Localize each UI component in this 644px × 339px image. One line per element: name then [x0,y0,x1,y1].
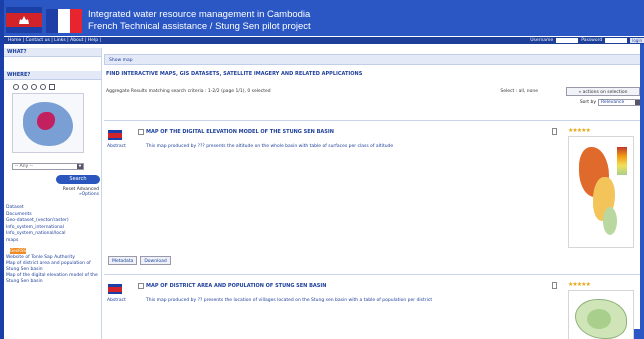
search-sidebar: WHAT? WHERE? -- Any -- ▼ Search Reset Ad… [4,48,102,339]
result-title[interactable]: MAP OF THE DIGITAL ELEVATION MODEL OF TH… [146,129,334,135]
abstract-text: This map produced by ?? presents the loc… [146,298,433,303]
sort-select-value: Relevance [601,100,625,105]
site-subtitle: French Technical assistance / Stung Sen … [88,21,311,32]
password-label: Password [581,38,603,43]
download-button[interactable]: Download [140,256,171,265]
region-select-value: -- Any -- [15,164,33,169]
sort-label: Sort by [579,100,596,105]
username-label: Username [530,38,554,43]
rss-badge[interactable]: GeoRSS [10,248,26,254]
result-title[interactable]: MAP OF DISTRICT AREA AND POPULATION OF S… [146,283,326,289]
result-item: MAP OF DISTRICT AREA AND POPULATION OF S… [104,280,644,339]
what-heading: WHAT? [4,48,101,57]
options-link[interactable]: »Options [4,192,101,197]
rss-item[interactable]: Map of district area and population of S… [6,261,101,273]
category-item[interactable]: maps [6,238,101,245]
nav-links[interactable]: Home | Contact us | Links | About | Help… [8,38,101,43]
abstract-text: This map produced by ??? presents the al… [146,144,394,149]
cambodia-flag-icon [108,284,122,294]
actions-on-selection-button[interactable]: » actions on selection [566,87,640,96]
divider [104,120,644,121]
select-all-none[interactable]: Select : all, none [500,87,538,96]
document-icon[interactable] [552,128,557,135]
cambodia-flag-icon [6,7,42,33]
scroll-corner[interactable] [634,329,644,339]
metadata-button[interactable]: Metadata [108,256,138,265]
password-input[interactable] [605,38,628,43]
map-toolbar [4,80,101,92]
rss-list: Website of Tonle Sap Authority Map of di… [4,255,101,285]
login-button[interactable]: login [630,38,644,43]
map-thumbnail[interactable] [568,290,634,339]
site-header: Integrated water resource management in … [4,0,644,36]
show-map-bar[interactable]: Show map [104,54,644,65]
sort-row: Sort by Relevance [104,98,644,107]
result-item: MAP OF THE DIGITAL ELEVATION MODEL OF TH… [104,126,644,266]
rating-stars: ★★★★★ [568,281,591,288]
username-input[interactable] [556,38,579,43]
france-flag-icon [46,9,82,33]
hand-icon[interactable] [40,84,46,90]
abstract-label: Abstract [107,144,126,149]
search-button[interactable]: Search [56,175,100,184]
login-form: Username Password login [530,37,644,44]
zoom-out-icon[interactable] [31,84,37,90]
region-select[interactable]: -- Any -- ▼ [12,163,84,170]
select-box-icon[interactable] [49,84,55,90]
document-icon[interactable] [552,282,557,289]
site-title: Integrated water resource management in … [88,9,311,20]
chevron-down-icon: ▼ [77,164,83,169]
pan-icon[interactable] [13,84,19,90]
rating-stars: ★★★★★ [568,127,591,134]
show-map-link[interactable]: Show map [109,58,133,63]
right-edge-bar [640,44,644,339]
where-map[interactable] [12,93,84,153]
rss-item[interactable]: Map of the digital elevation model of th… [6,273,101,285]
category-list: Dataset Documents Geo-dataset_(vector/ra… [4,205,101,244]
abstract-label: Abstract [107,298,126,303]
result-checkbox[interactable] [138,129,144,135]
where-heading: WHERE? [4,71,101,80]
result-actions: Metadata Download [108,256,171,265]
aggregate-row: Aggregate Results matching search criter… [104,87,644,96]
map-thumbnail[interactable] [568,136,634,248]
divider [104,274,644,275]
top-navigation: Home | Contact us | Links | About | Help… [4,37,644,44]
find-heading: FIND INTERACTIVE MAPS, GIS DATASETS, SAT… [106,71,363,77]
reset-link[interactable]: Reset [63,187,76,192]
zoom-in-icon[interactable] [22,84,28,90]
cambodia-flag-icon [108,130,122,140]
sort-select[interactable]: Relevance [598,99,642,106]
results-panel: Show map FIND INTERACTIVE MAPS, GIS DATA… [104,54,644,339]
aggregate-text: Aggregate Results matching search criter… [106,89,271,94]
result-checkbox[interactable] [138,283,144,289]
